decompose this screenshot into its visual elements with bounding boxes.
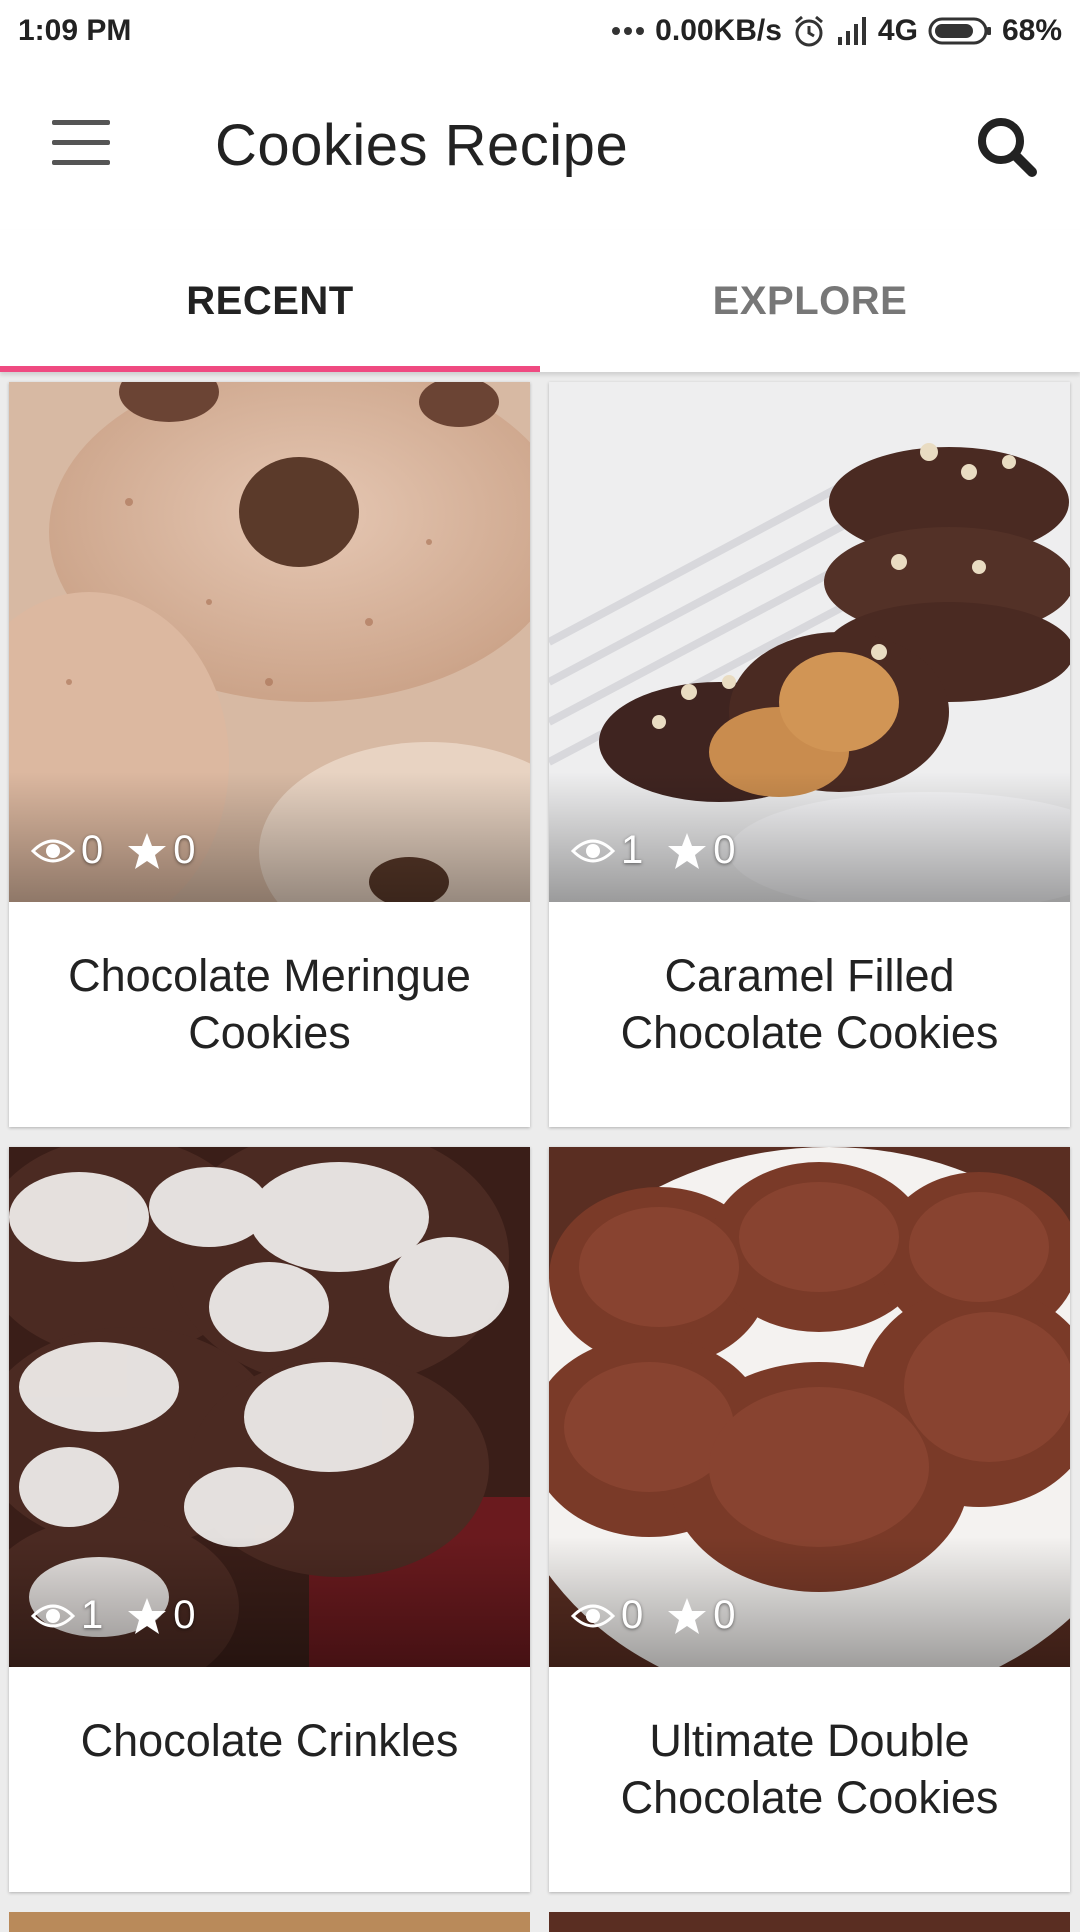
recipe-title-line: Cookies [188, 1007, 351, 1058]
recipe-stats: 1 0 [571, 828, 760, 873]
alarm-icon [792, 14, 826, 48]
star-icon [128, 1597, 167, 1634]
tab-bar: RECENT EXPLORE [0, 230, 1080, 372]
recipe-image [549, 1147, 1070, 1667]
eye-icon [571, 1604, 615, 1627]
app-bar: Cookies Recipe [0, 62, 1080, 230]
star-count: 0 [713, 828, 736, 872]
status-icons: 0.00KB/s 4G 68% [611, 14, 1062, 48]
recipe-title-line: Chocolate Crinkles [80, 1715, 459, 1766]
net-speed: 0.00KB/s [655, 14, 782, 47]
recipe-image [9, 382, 530, 902]
star-icon [128, 832, 167, 869]
star-count: 0 [173, 1593, 196, 1637]
signal-icon [836, 17, 868, 45]
star-icon [668, 832, 707, 869]
tab-explore[interactable]: EXPLORE [540, 230, 1080, 372]
view-count: 0 [81, 828, 104, 872]
view-count: 1 [621, 828, 644, 872]
tab-indicator [0, 366, 540, 372]
eye-icon [571, 839, 615, 862]
status-bar: 1:09 PM 0.00KB/s 4G 68% [0, 0, 1080, 62]
recipe-card[interactable]: 0 0 Chocolate Meringue Cookies [9, 382, 530, 1127]
recipe-title: Ultimate Double Chocolate Cookies [569, 1712, 1050, 1826]
recipe-title-line: Chocolate Cookies [620, 1772, 999, 1823]
recipe-card-peek[interactable] [549, 1912, 1070, 1932]
recipe-title-line: Chocolate Meringue [68, 950, 471, 1001]
recipe-stats: 0 0 [31, 828, 220, 873]
eye-icon [31, 1604, 75, 1627]
page-title: Cookies Recipe [215, 113, 629, 178]
battery-percent: 68% [1001, 14, 1062, 47]
recipe-title: Caramel Filled Chocolate Cookies [569, 947, 1050, 1061]
more-dots-icon [611, 26, 645, 36]
recipe-card-peek[interactable] [9, 1912, 530, 1932]
recipe-card[interactable]: 1 0 Chocolate Crinkles [9, 1147, 530, 1892]
recipe-card[interactable]: 0 0 Ultimate Double Chocolate Cookies [549, 1147, 1070, 1892]
recipe-title-line: Caramel Filled [664, 950, 955, 1001]
eye-icon [31, 839, 75, 862]
recipe-title: Chocolate Crinkles [29, 1712, 510, 1769]
view-count: 0 [621, 1593, 644, 1637]
recipe-title-line: Chocolate Cookies [620, 1007, 999, 1058]
recipe-image [549, 382, 1070, 902]
view-count: 1 [81, 1593, 104, 1637]
star-icon [668, 1597, 707, 1634]
star-count: 0 [173, 828, 196, 872]
status-time: 1:09 PM [18, 14, 132, 47]
tab-recent[interactable]: RECENT [0, 230, 540, 372]
recipe-stats: 1 0 [31, 1593, 220, 1638]
recipe-stats: 0 0 [571, 1593, 760, 1638]
recipe-title: Chocolate Meringue Cookies [29, 947, 510, 1061]
star-count: 0 [713, 1593, 736, 1637]
search-icon[interactable] [972, 112, 1042, 182]
recipe-image [9, 1147, 530, 1667]
hamburger-menu-icon[interactable] [52, 120, 112, 168]
battery-icon [928, 16, 992, 46]
recipe-title-line: Ultimate Double [649, 1715, 970, 1766]
network-type: 4G [877, 14, 918, 47]
recipe-card[interactable]: 1 0 Caramel Filled Chocolate Cookies [549, 382, 1070, 1127]
